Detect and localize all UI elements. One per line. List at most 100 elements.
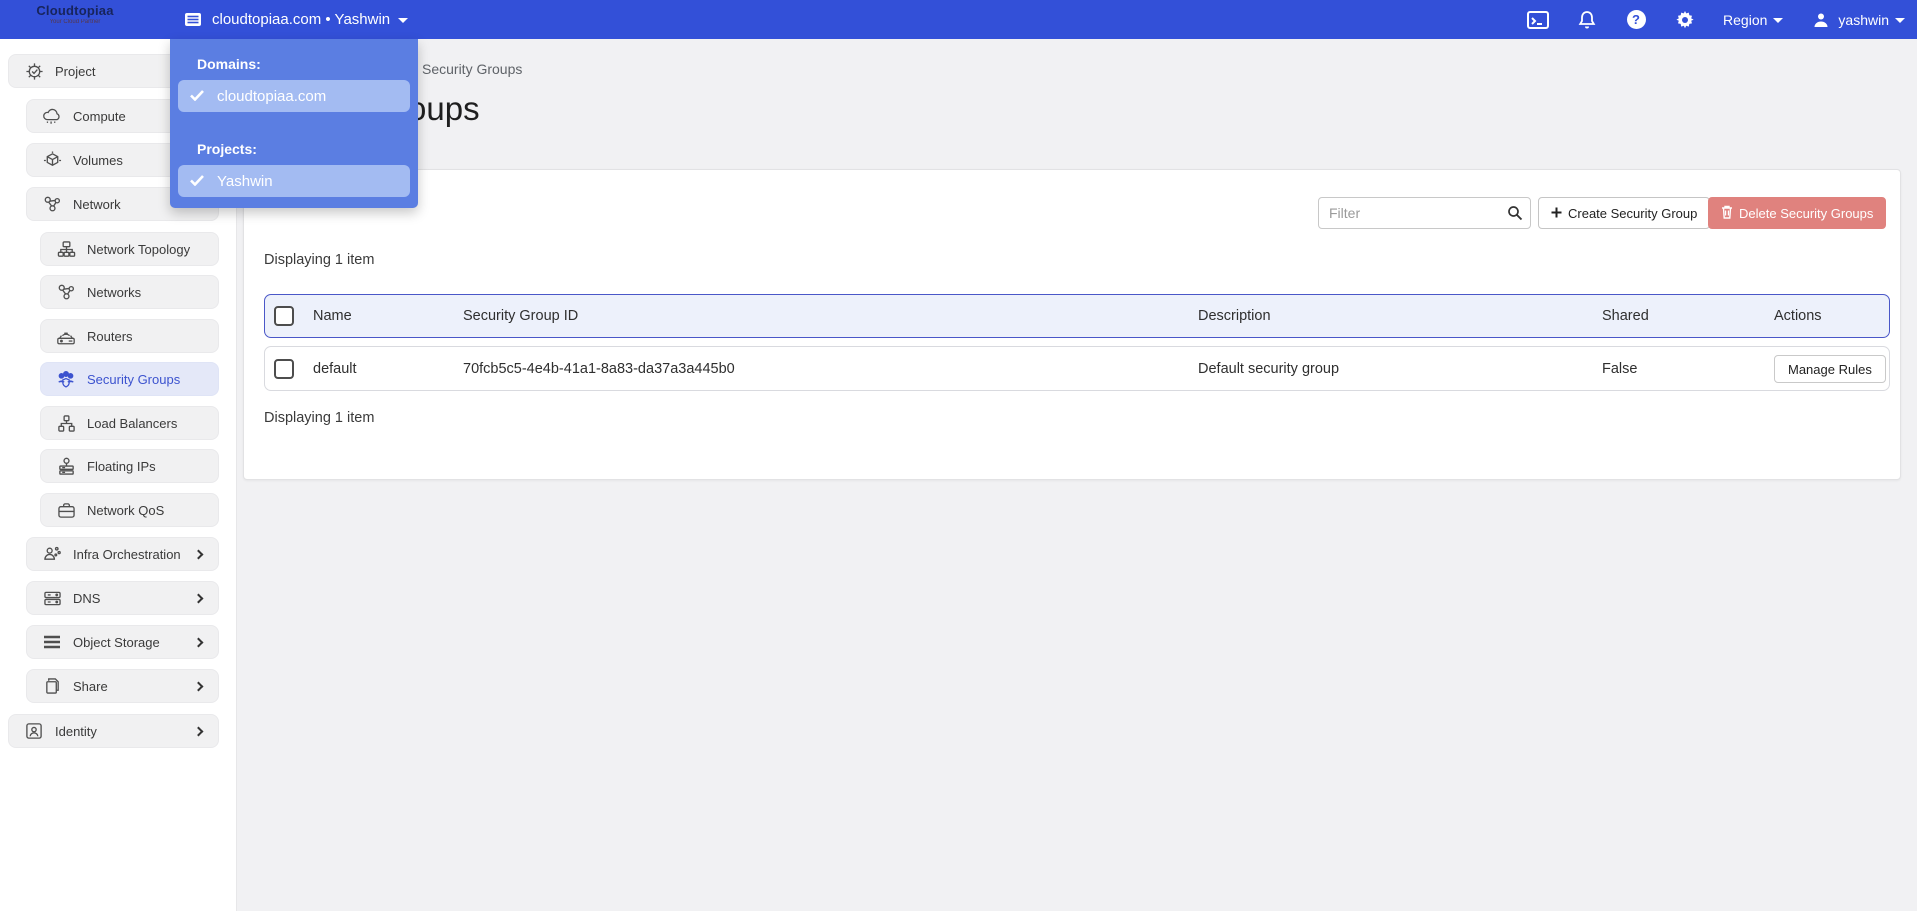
domain-project-switcher[interactable]: cloudtopiaa.com • Yashwin: [182, 0, 409, 39]
sidebar-item-object-storage[interactable]: Object Storage: [26, 625, 219, 659]
identity-card-icon: [24, 721, 44, 741]
sidebar-item-label: Project: [55, 63, 96, 79]
sidebar-item-network-qos[interactable]: Network QoS: [40, 493, 219, 527]
terminal-console-icon[interactable]: [1527, 9, 1550, 31]
sidebar-item-identity[interactable]: Identity: [8, 714, 219, 748]
sidebar-item-label: Security Groups: [87, 371, 181, 387]
sidebar-item-routers[interactable]: Routers: [40, 319, 219, 353]
chevron-right-icon: [193, 637, 204, 647]
top-navbar: Cloudtopiaa Your Cloud Partner cloudtopi…: [0, 0, 1917, 39]
chevron-right-icon: [193, 549, 204, 559]
chevron-down-icon: [1773, 17, 1784, 23]
row-checkbox[interactable]: [274, 358, 294, 379]
plus-icon: [1551, 206, 1562, 221]
network-nodes-icon: [42, 194, 62, 214]
sidebar-item-label: DNS: [73, 590, 101, 606]
sidebar-item-label: Infra Orchestration: [73, 546, 181, 562]
help-glyph: ?: [1626, 10, 1646, 29]
sidebar-item-label: Object Storage: [73, 634, 160, 650]
create-button-label: Create Security Group: [1568, 205, 1698, 221]
region-selector[interactable]: Region: [1723, 11, 1784, 28]
username-label: yashwin: [1838, 11, 1889, 28]
sidebar-item-load-balancers[interactable]: Load Balancers: [40, 406, 219, 440]
breadcrumb: Security Groups: [422, 61, 523, 77]
notification-bell-icon[interactable]: [1576, 9, 1598, 31]
infra-orchestration-icon: [42, 544, 62, 564]
sidebar-item-infra-orchestration[interactable]: Infra Orchestration: [26, 537, 219, 571]
table-header-row: Name Security Group ID Description Share…: [264, 294, 1890, 338]
security-groups-icon: [56, 369, 76, 389]
settings-gear-icon[interactable]: [1674, 9, 1696, 31]
project-gear-icon: [24, 61, 44, 81]
router-icon: [56, 326, 76, 346]
domains-header: Domains:: [197, 56, 261, 72]
column-header-shared: Shared: [1602, 308, 1649, 324]
brand-name: Cloudtopiaa: [36, 3, 114, 18]
sidebar-item-share[interactable]: Share: [26, 669, 219, 703]
networks-nodes-icon: [56, 282, 76, 302]
column-header-name: Name: [313, 308, 352, 324]
sidebar-item-floating-ips[interactable]: Floating IPs: [40, 449, 219, 483]
help-icon[interactable]: ?: [1625, 9, 1647, 31]
domain-list-icon: [182, 9, 204, 31]
sidebar-item-label: Identity: [55, 723, 97, 739]
volumes-cube-icon: [42, 150, 62, 170]
sidebar-item-label: Network: [73, 196, 121, 212]
manage-rules-button[interactable]: Manage Rules: [1774, 355, 1886, 383]
select-all-checkbox[interactable]: [274, 306, 294, 326]
cell-security-group-id: 70fcb5c5-4e4b-41a1-8a83-da37a3a445b0: [463, 360, 735, 377]
dns-server-icon: [42, 588, 62, 608]
sidebar-item-label: Load Balancers: [87, 415, 178, 431]
sidebar-item-label: Network QoS: [87, 502, 165, 518]
sidebar-item-label: Volumes: [73, 152, 123, 168]
column-header-description: Description: [1198, 308, 1271, 324]
create-security-group-button[interactable]: Create Security Group: [1538, 197, 1711, 229]
cell-description: Default security group: [1198, 360, 1340, 377]
filter-input[interactable]: [1318, 197, 1531, 229]
dropdown-item-domain[interactable]: cloudtopiaa.com: [178, 80, 410, 112]
brand-logo[interactable]: Cloudtopiaa Your Cloud Partner: [16, 3, 134, 25]
user-icon: [1810, 9, 1832, 31]
network-qos-icon: [56, 500, 76, 520]
sidebar-item-dns[interactable]: DNS: [26, 581, 219, 615]
column-header-id: Security Group ID: [463, 308, 579, 324]
cell-name: default: [313, 360, 357, 377]
search-icon[interactable]: [1507, 205, 1523, 226]
user-menu[interactable]: yashwin: [1810, 9, 1905, 31]
sidebar-item-label: Routers: [87, 328, 133, 344]
sidebar-item-networks[interactable]: Networks: [40, 275, 219, 309]
chevron-down-icon: [398, 17, 409, 23]
load-balancer-icon: [56, 413, 76, 433]
share-file-icon: [42, 676, 62, 696]
region-label: Region: [1723, 11, 1768, 28]
chevron-down-icon: [1895, 17, 1905, 23]
project-item-label: Yashwin: [217, 172, 273, 190]
sidebar-item-label: Compute: [73, 108, 126, 124]
checkmark-icon: [190, 88, 204, 105]
sidebar-item-label: Networks: [87, 284, 142, 300]
security-groups-panel: Create Security Group Delete Security Gr…: [243, 169, 1901, 480]
domain-item-label: cloudtopiaa.com: [217, 87, 327, 105]
domain-project-dropdown: Domains: cloudtopiaa.com Projects: Yashw…: [170, 39, 418, 208]
column-header-actions: Actions: [1774, 308, 1822, 324]
switcher-label: cloudtopiaa.com • Yashwin: [212, 11, 391, 28]
delete-security-groups-button[interactable]: Delete Security Groups: [1708, 197, 1887, 229]
chevron-right-icon: [193, 593, 204, 603]
dropdown-item-project[interactable]: Yashwin: [178, 165, 410, 197]
sidebar-item-label: Network Topology: [87, 241, 191, 257]
floating-ip-icon: [56, 456, 76, 476]
object-storage-icon: [42, 632, 62, 652]
delete-button-label: Delete Security Groups: [1739, 205, 1874, 221]
network-topology-icon: [56, 239, 76, 259]
cell-shared: False: [1602, 360, 1638, 377]
chevron-right-icon: [193, 681, 204, 691]
brand-tagline: Your Cloud Partner: [49, 19, 101, 25]
projects-header: Projects:: [197, 141, 257, 157]
sidebar-item-label: Share: [73, 678, 108, 694]
item-count-top: Displaying 1 item: [264, 252, 375, 268]
sidebar-item-security-groups[interactable]: Security Groups: [40, 362, 219, 396]
trash-icon: [1721, 205, 1733, 222]
checkmark-icon: [190, 173, 204, 190]
table-row: default 70fcb5c5-4e4b-41a1-8a83-da37a3a4…: [264, 346, 1890, 391]
sidebar-item-network-topology[interactable]: Network Topology: [40, 232, 219, 266]
